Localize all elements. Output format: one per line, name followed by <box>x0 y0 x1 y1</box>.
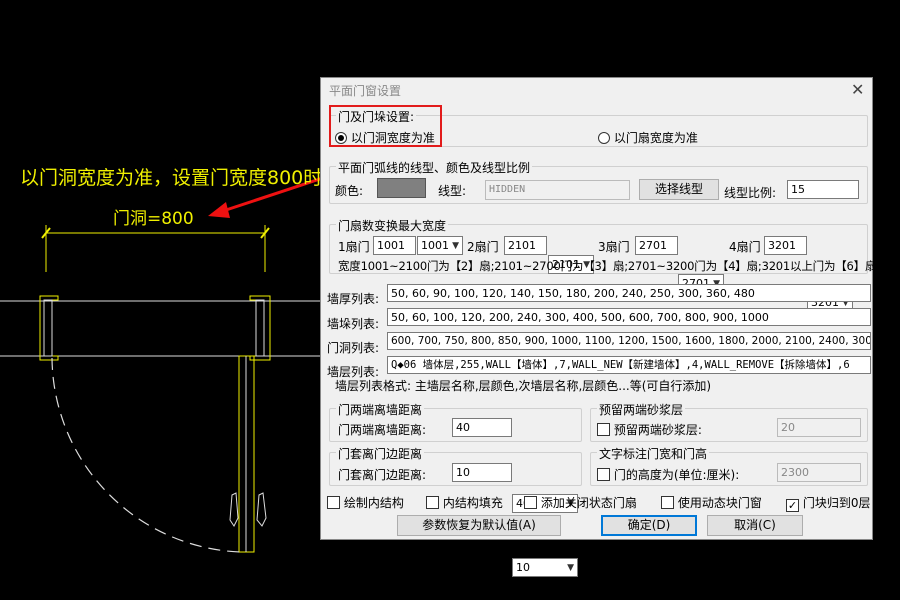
wall-layer-format-note: 墙层列表格式: 主墙层名称,层颜色,次墙层名称,层颜色...等(可自行添加) <box>335 379 712 393</box>
dialog-title: 平面门窗设置 <box>329 84 402 98</box>
radio-leaf-width-indicator[interactable] <box>598 132 610 144</box>
arc-line-title: 平面门弧线的线型、颜色及线型比例 <box>336 159 533 176</box>
check-box[interactable] <box>327 496 340 509</box>
leaf-3-label: 3扇门 <box>598 240 630 254</box>
door-swing-arc <box>51 357 241 553</box>
check-block-to-layer0[interactable]: ✓ 门块归到0层 <box>786 494 870 512</box>
color-swatch[interactable] <box>377 178 426 198</box>
check-label: 绘制内结构 <box>343 496 404 510</box>
door-handle <box>229 492 267 527</box>
mortar-input[interactable]: 20 <box>777 418 861 437</box>
leaf-1-combo-value: 1001 <box>421 239 449 252</box>
door-height-input[interactable]: 2300 <box>777 463 861 482</box>
wall-thickness-input[interactable]: 50, 60, 90, 100, 120, 140, 150, 180, 200… <box>387 284 871 302</box>
linetype-scale-label: 线型比例: <box>724 186 777 200</box>
door-height-checkbox-box[interactable] <box>597 468 610 481</box>
right-door-jamb <box>249 295 271 361</box>
leaf-1-input[interactable]: 1001 <box>373 236 416 255</box>
cad-annotation-text: 以门洞宽度为准，设置门宽度800时 <box>20 167 323 189</box>
door-wall-distance-input[interactable]: 40 <box>452 418 512 437</box>
wall-pier-input[interactable]: 50, 60, 100, 120, 200, 240, 300, 400, 50… <box>387 308 871 326</box>
mortar-checkbox-box[interactable] <box>597 423 610 436</box>
check-dynamic-block[interactable]: 使用动态块门窗 <box>661 494 762 511</box>
linetype-label: 线型: <box>438 184 467 198</box>
door-wall-distance-title: 门两端离墙距离 <box>336 401 425 418</box>
check-label: 使用动态块门窗 <box>677 496 762 510</box>
door-wall-distance-label: 门两端离墙距离: <box>338 423 427 437</box>
wall-thickness-label: 墙厚列表: <box>327 292 380 306</box>
check-box[interactable] <box>426 496 439 509</box>
wall-layer-input[interactable]: Q◆06 墙体层,255,WALL【墙体】,7,WALL_NEW【新建墙体】,4… <box>387 356 871 374</box>
mortar-title: 预留两端砂浆层 <box>597 401 686 418</box>
check-box[interactable] <box>661 496 674 509</box>
wall-pier-label: 墙垛列表: <box>327 317 380 331</box>
radio-leaf-width-label: 以门扇宽度为准 <box>613 131 698 145</box>
select-linetype-button[interactable]: 选择线型 <box>639 179 719 200</box>
door-hole-label: 门洞列表: <box>327 341 380 355</box>
leaf-4-input[interactable]: 3201 <box>764 236 807 255</box>
color-label: 颜色: <box>335 184 364 198</box>
leaf-width-note: 宽度1001~2100门为【2】扇;2101~2700门为【3】扇;2701~3… <box>338 259 877 273</box>
check-label: 内结构填充 <box>442 496 503 510</box>
door-hole-input[interactable]: 600, 700, 750, 800, 850, 900, 1000, 1100… <box>387 332 871 350</box>
chevron-down-icon: ▼ <box>452 241 459 251</box>
frame-distance-input[interactable]: 10 <box>452 463 512 482</box>
door-height-checkbox[interactable]: 门的高度为(单位:厘米): <box>597 466 739 483</box>
chevron-down-icon: ▼ <box>567 563 574 573</box>
cancel-button[interactable]: 取消(C) <box>707 515 803 536</box>
close-icon[interactable]: ✕ <box>851 80 864 99</box>
check-box[interactable] <box>524 496 537 509</box>
dimension-label: 门洞=800 <box>113 209 194 229</box>
reset-defaults-button[interactable]: 参数恢复为默认值(A) <box>397 515 561 536</box>
leaf-2-label: 2扇门 <box>467 240 499 254</box>
check-inner-structure-fill[interactable]: 内结构填充 <box>426 494 503 511</box>
check-add-closed-leaf[interactable]: 添加关闭状态门扇 <box>524 494 637 511</box>
callout-arrow-head <box>208 202 230 218</box>
check-box-checked[interactable]: ✓ <box>786 499 799 512</box>
leaf-1-label: 1扇门 <box>338 240 370 254</box>
check-draw-inner-structure[interactable]: 绘制内结构 <box>327 494 404 511</box>
door-height-label: 门的高度为(单位:厘米): <box>613 468 740 482</box>
leaf-2-input[interactable]: 2101 <box>504 236 547 255</box>
frame-distance-combo[interactable]: 10 ▼ <box>512 558 578 577</box>
check-label: 门块归到0层 <box>802 496 871 510</box>
check-label: 添加关闭状态门扇 <box>540 496 637 510</box>
leaf-1-combo[interactable]: 1001 ▼ <box>417 236 463 255</box>
linetype-field[interactable]: HIDDEN <box>485 180 630 200</box>
radio-leaf-width[interactable]: 以门扇宽度为准 <box>598 129 698 146</box>
ok-button[interactable]: 确定(D) <box>601 515 697 536</box>
left-door-jamb <box>39 295 59 361</box>
leaf-3-input[interactable]: 2701 <box>635 236 678 255</box>
leaf-4-label: 4扇门 <box>729 240 761 254</box>
highlight-box <box>329 105 442 147</box>
right-jamb-inner <box>255 299 265 357</box>
left-jamb-inner <box>43 299 53 357</box>
frame-distance-label: 门套离门边距离: <box>338 468 427 482</box>
mortar-label: 预留两端砂浆层: <box>613 423 702 437</box>
door-window-settings-dialog: 平面门窗设置 ✕ 门及门垛设置: 以门洞宽度为准 以门扇宽度为准 平面门弧线的线… <box>320 77 877 577</box>
mortar-checkbox[interactable]: 预留两端砂浆层: <box>597 421 702 438</box>
text-label-title: 文字标注门宽和门高 <box>597 445 710 462</box>
frame-distance-title: 门套离门边距离 <box>336 445 425 462</box>
leaf-width-title: 门扇数变换最大宽度 <box>336 217 449 234</box>
linetype-scale-input[interactable]: 15 <box>787 180 859 199</box>
frame-distance-combo-value: 10 <box>516 561 530 574</box>
